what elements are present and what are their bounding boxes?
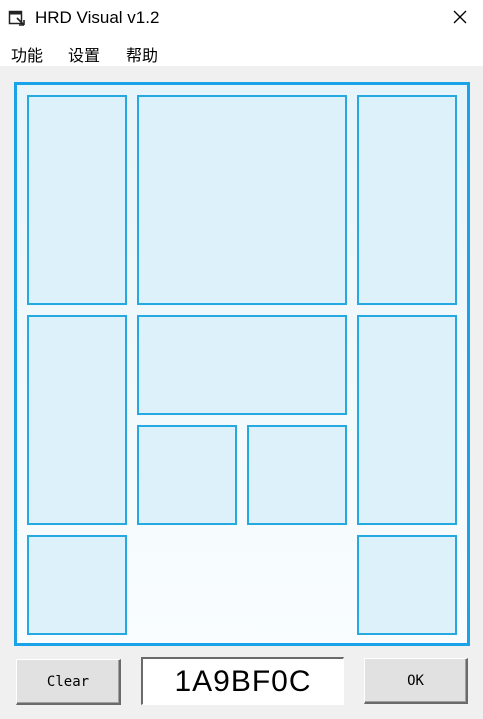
close-icon: [452, 9, 468, 29]
menu-settings[interactable]: 设置: [68, 42, 100, 66]
piece-small-1[interactable]: [137, 425, 237, 525]
piece-vertical-3[interactable]: [27, 315, 127, 525]
piece-horizontal[interactable]: [137, 315, 347, 415]
window-title: HRD Visual v1.2: [35, 8, 160, 27]
piece-vertical-1[interactable]: [27, 95, 127, 305]
puzzle-board: [14, 82, 470, 646]
piece-big-2x2[interactable]: [137, 95, 347, 305]
clear-button[interactable]: Clear: [16, 659, 121, 705]
board-code-field[interactable]: 1A9BF0C: [141, 657, 344, 705]
piece-small-3[interactable]: [27, 535, 127, 635]
piece-small-4[interactable]: [357, 535, 457, 635]
app-icon: [8, 9, 26, 27]
ok-button[interactable]: OK: [364, 658, 468, 704]
piece-small-2[interactable]: [247, 425, 347, 525]
menu-help[interactable]: 帮助: [126, 42, 158, 66]
menu-bar: 功能 设置 帮助: [0, 38, 483, 66]
menu-function[interactable]: 功能: [11, 42, 43, 66]
piece-vertical-4[interactable]: [357, 315, 457, 525]
close-button[interactable]: [437, 0, 483, 38]
title-bar: HRD Visual v1.2: [0, 0, 483, 38]
piece-vertical-2[interactable]: [357, 95, 457, 305]
